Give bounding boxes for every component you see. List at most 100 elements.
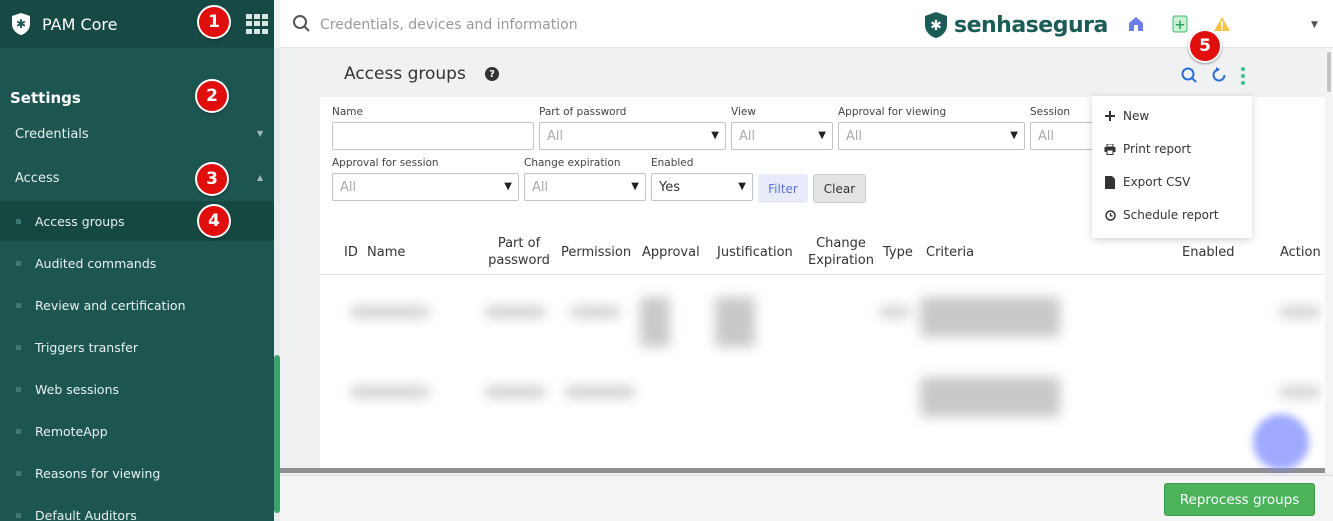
- sidebar-section-title: Settings: [10, 89, 81, 107]
- dropdown-arrow-icon: ▼: [1010, 130, 1018, 141]
- home-icon[interactable]: [1126, 14, 1146, 34]
- column-header-change-expiration[interactable]: Change Expiration: [807, 235, 875, 269]
- menu-item-label: New: [1123, 109, 1150, 123]
- menu-item-export-csv[interactable]: Export CSV: [1104, 175, 1190, 189]
- svg-text:✱: ✱: [930, 18, 942, 34]
- select-value: All: [532, 179, 549, 195]
- sidebar-item-label: Access groups: [35, 213, 125, 229]
- sidebar-group-access[interactable]: Access: [15, 171, 60, 186]
- reprocess-groups-button[interactable]: Reprocess groups: [1164, 483, 1315, 516]
- svg-text:✱: ✱: [16, 17, 26, 31]
- column-header-permission[interactable]: Permission: [561, 244, 631, 261]
- menu-item-new[interactable]: New: [1104, 109, 1149, 123]
- filter-button[interactable]: Filter: [758, 174, 808, 203]
- column-header-enabled[interactable]: Enabled: [1182, 244, 1235, 261]
- filter-name-input[interactable]: [332, 122, 534, 150]
- sidebar: ✱ PAM Core Settings Credentials ▼ Access…: [0, 0, 274, 521]
- top-bar: ✱ senhasegura + ▼: [280, 0, 1333, 48]
- global-search-input[interactable]: [320, 12, 880, 38]
- horizontal-scrollbar[interactable]: [280, 468, 1325, 473]
- filter-label-approval-session: Approval for session: [332, 157, 439, 169]
- chat-widget-button[interactable]: [1253, 414, 1309, 470]
- select-value: All: [1038, 128, 1055, 144]
- filter-change-expiration-select[interactable]: All ▼: [524, 173, 646, 201]
- annotation-badge-4: 4: [197, 204, 231, 238]
- column-header-approval[interactable]: Approval: [642, 244, 700, 261]
- more-options-icon[interactable]: [1240, 66, 1246, 90]
- sidebar-item-reasons-viewing[interactable]: Reasons for viewing: [0, 453, 274, 493]
- filter-label-change-expiration: Change expiration: [524, 157, 621, 169]
- filter-label-approval-viewing: Approval for viewing: [838, 106, 947, 118]
- search-toggle-icon[interactable]: [1180, 66, 1198, 88]
- filter-approval-session-select[interactable]: All ▼: [332, 173, 519, 201]
- column-header-justification[interactable]: Justification: [717, 244, 793, 261]
- filter-label-name: Name: [332, 106, 363, 118]
- annotation-badge-5: 5: [1188, 29, 1222, 63]
- menu-item-print-report[interactable]: Print report: [1104, 142, 1191, 156]
- column-header-name[interactable]: Name: [367, 244, 405, 261]
- sidebar-item-label: Audited commands: [35, 255, 157, 271]
- blurred-cell: [640, 297, 670, 347]
- column-header-type[interactable]: Type: [883, 244, 913, 261]
- senhasegura-logo: ✱ senhasegura: [924, 11, 1108, 39]
- column-header-id[interactable]: ID: [344, 244, 358, 261]
- filter-label-session: Session: [1030, 106, 1071, 118]
- bullet-icon: [16, 386, 21, 392]
- actions-dropdown-menu: New Print report Export CSV Schedule rep…: [1092, 96, 1252, 238]
- vertical-scrollbar-thumb[interactable]: [1327, 52, 1331, 92]
- sidebar-group-credentials[interactable]: Credentials: [15, 127, 89, 142]
- sidebar-item-web-sessions[interactable]: Web sessions: [0, 369, 274, 409]
- select-value: All: [547, 128, 564, 144]
- clear-button[interactable]: Clear: [813, 174, 866, 203]
- blurred-cell: [350, 307, 430, 317]
- search-icon: [292, 14, 312, 38]
- bullet-icon: [16, 302, 21, 308]
- logo-shield-icon: ✱: [925, 12, 947, 38]
- user-menu-caret-icon[interactable]: ▼: [1311, 20, 1318, 30]
- dropdown-arrow-icon: ▼: [631, 181, 639, 192]
- vertical-scrollbar-track[interactable]: [1325, 48, 1333, 472]
- sidebar-item-label: Triggers transfer: [35, 339, 138, 355]
- filter-view-select[interactable]: All ▼: [731, 122, 833, 150]
- sidebar-item-audited-commands[interactable]: Audited commands: [0, 243, 274, 283]
- new-document-icon[interactable]: +: [1170, 14, 1190, 34]
- sidebar-item-triggers-transfer[interactable]: Triggers transfer: [0, 327, 274, 367]
- sidebar-item-label: Web sessions: [35, 381, 120, 397]
- refresh-icon[interactable]: [1210, 66, 1228, 88]
- dropdown-arrow-icon: ▼: [818, 130, 826, 141]
- column-header-line: password: [488, 253, 550, 268]
- plus-icon: [1104, 111, 1116, 121]
- svg-text:+: +: [1175, 18, 1186, 33]
- filter-enabled-select[interactable]: Yes ▼: [651, 173, 753, 201]
- select-value: All: [340, 179, 357, 195]
- dropdown-arrow-icon: ▼: [738, 181, 746, 192]
- sidebar-item-review-certification[interactable]: Review and certification: [0, 285, 274, 325]
- blurred-cell: [350, 387, 430, 397]
- sidebar-item-remoteapp[interactable]: RemoteApp: [0, 411, 274, 451]
- blurred-cell: [920, 297, 1060, 337]
- sidebar-item-access-groups[interactable]: Access groups: [0, 201, 274, 241]
- column-header-action[interactable]: Action: [1280, 244, 1321, 261]
- blurred-table-rows: [320, 277, 1327, 424]
- apps-grid-icon[interactable]: [246, 14, 268, 34]
- menu-item-schedule-report[interactable]: Schedule report: [1104, 208, 1219, 222]
- dropdown-arrow-icon: ▼: [504, 181, 512, 192]
- column-header-part-of-password[interactable]: Part of password: [484, 235, 554, 269]
- app-name: PAM Core: [42, 14, 118, 34]
- clock-icon: [1104, 209, 1116, 221]
- blurred-cell: [715, 297, 755, 347]
- menu-item-label: Print report: [1123, 142, 1192, 156]
- blurred-cell: [485, 387, 545, 397]
- filter-part-of-password-select[interactable]: All ▼: [539, 122, 726, 150]
- logo-text: senhasegura: [954, 12, 1108, 38]
- sidebar-item-label: Review and certification: [35, 297, 186, 313]
- filter-approval-viewing-select[interactable]: All ▼: [838, 122, 1025, 150]
- menu-item-label: Schedule report: [1123, 208, 1219, 222]
- blurred-cell: [570, 307, 620, 317]
- caret-up-icon: ▲: [257, 173, 264, 182]
- warning-icon[interactable]: [1212, 14, 1232, 34]
- column-header-criteria[interactable]: Criteria: [926, 244, 974, 261]
- question-circle-icon[interactable]: ?: [485, 67, 499, 81]
- sidebar-item-default-auditors[interactable]: Default Auditors: [0, 495, 274, 521]
- annotation-badge-3: 3: [195, 162, 229, 196]
